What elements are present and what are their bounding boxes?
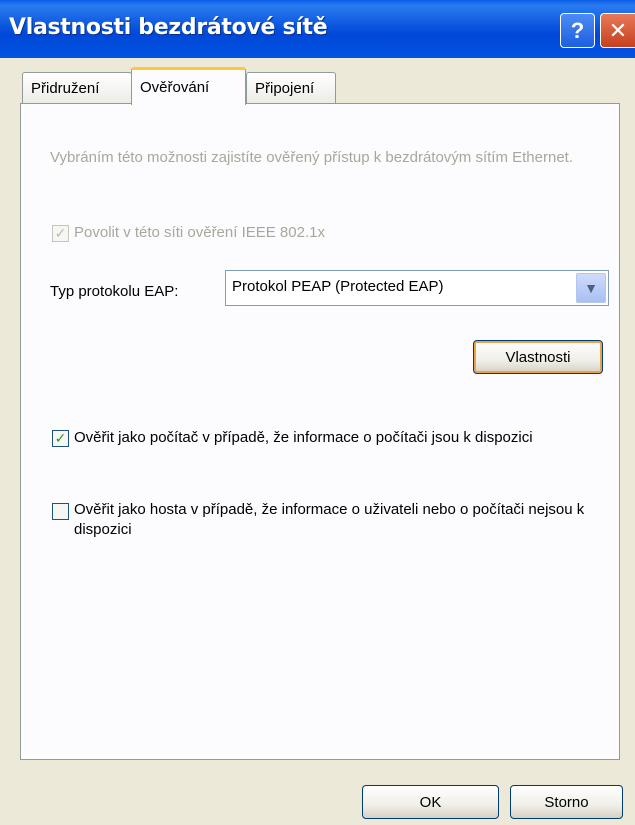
chevron-down-icon[interactable]: ▼ <box>576 273 606 303</box>
eap-type-select[interactable]: Protokol PEAP (Protected EAP) ▼ <box>225 270 609 306</box>
tab-authentication[interactable]: Ověřování <box>131 67 246 105</box>
tab-label: Ověřování <box>140 79 210 96</box>
close-button[interactable]: ✕ <box>600 13 635 48</box>
eap-type-label: Typ protokolu EAP: <box>50 283 179 300</box>
help-button[interactable]: ? <box>560 13 595 48</box>
tab-association[interactable]: Přidružení <box>22 72 132 104</box>
authenticate-as-computer-checkbox[interactable]: ✓ <box>52 430 69 447</box>
checkmark-icon: ✓ <box>54 430 67 446</box>
window-title: Vlastnosti bezdrátové sítě <box>9 15 328 40</box>
properties-button-label: Vlastnosti <box>505 348 571 366</box>
help-icon: ? <box>570 17 585 43</box>
cancel-button-label: Storno <box>544 793 589 811</box>
authenticate-as-guest-checkbox[interactable] <box>52 503 69 520</box>
close-icon: ✕ <box>608 17 628 43</box>
checkmark-icon: ✓ <box>54 225 67 241</box>
cancel-button[interactable]: Storno <box>510 785 623 819</box>
ok-button[interactable]: OK <box>362 785 499 819</box>
ieee-8021x-checkbox[interactable]: ✓ <box>52 225 69 242</box>
ieee-8021x-label: Povolit v této síti ověření IEEE 802.1x <box>74 224 325 241</box>
tab-connection[interactable]: Připojení <box>246 72 336 104</box>
properties-button[interactable]: Vlastnosti <box>473 340 603 374</box>
authenticate-as-guest-label: Ověřit jako hosta v případě, že informac… <box>74 501 585 538</box>
tab-label: Připojení <box>255 80 315 97</box>
eap-type-value: Protokol PEAP (Protected EAP) <box>232 278 444 295</box>
auth-description: Vybráním této možnosti zajistíte ověřený… <box>50 149 573 166</box>
title-bar: Vlastnosti bezdrátové sítě ? ✕ <box>0 0 635 58</box>
ok-button-label: OK <box>419 793 442 811</box>
authenticate-as-computer-label: Ověřit jako počítač v případě, že inform… <box>74 429 533 446</box>
tab-label: Přidružení <box>31 80 100 97</box>
dialog-window: Vlastnosti bezdrátové sítě ? ✕ Přidružen… <box>0 0 635 825</box>
